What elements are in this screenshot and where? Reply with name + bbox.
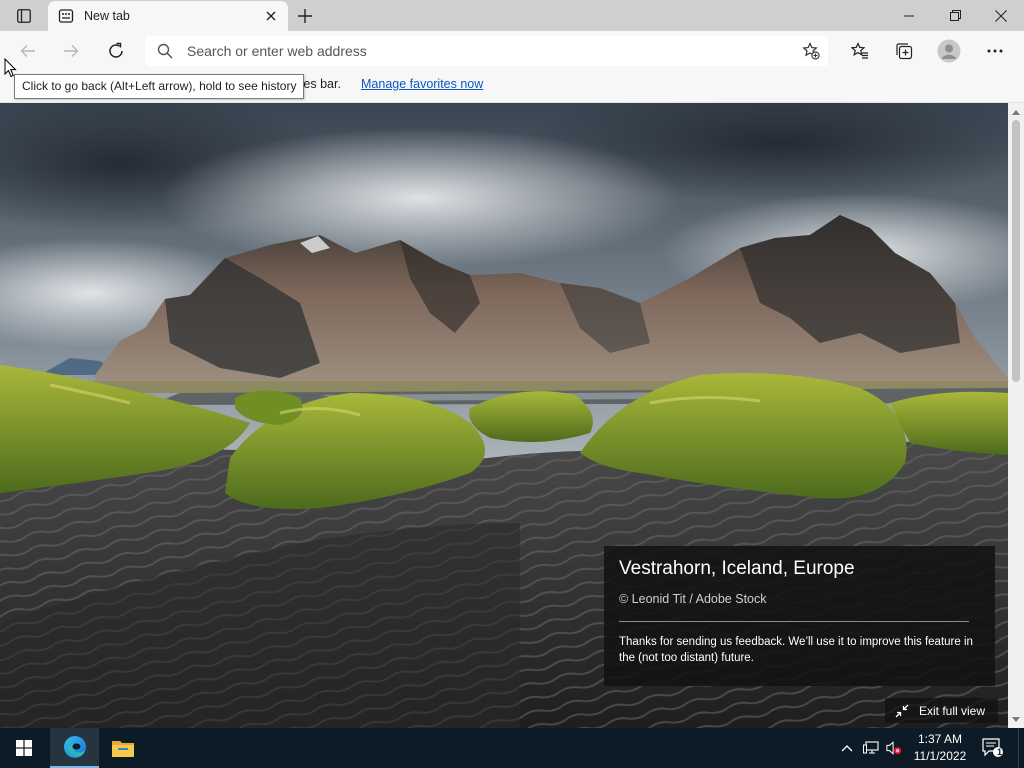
collections-icon (896, 43, 913, 60)
search-icon (157, 43, 173, 59)
restore-icon (949, 10, 961, 21)
edge-icon (63, 736, 86, 758)
refresh-button[interactable] (101, 36, 131, 66)
navigation-toolbar (0, 31, 1024, 71)
profile-icon (937, 39, 961, 63)
scroll-down-arrow[interactable] (1008, 712, 1024, 726)
clock-time: 1:37 AM (917, 732, 963, 746)
folder-icon (112, 741, 134, 757)
address-bar[interactable] (145, 36, 828, 66)
page-scrollbar[interactable] (1008, 103, 1024, 728)
settings-and-more-button[interactable] (980, 36, 1010, 66)
manage-favorites-link[interactable]: Manage favorites now (361, 77, 483, 91)
forward-button[interactable] (56, 36, 86, 66)
add-to-favorites-button[interactable] (798, 38, 824, 64)
tab-strip: New tab (0, 0, 1024, 31)
forward-arrow-icon (64, 45, 79, 57)
tab-actions-icon (17, 9, 31, 23)
active-tab[interactable]: New tab (48, 1, 288, 31)
scroll-up-arrow[interactable] (1008, 105, 1024, 119)
image-info-card: Vestrahorn, Iceland, Europe © Leonid Tit… (604, 546, 995, 686)
back-button-tooltip: Click to go back (Alt+Left arrow), hold … (14, 74, 305, 99)
restore-button[interactable] (932, 0, 978, 31)
notification-count: 1 (997, 747, 1003, 757)
new-tab-button[interactable] (292, 4, 318, 28)
exit-full-view-label: Exit full view (919, 703, 986, 718)
chevron-up-icon (841, 745, 853, 752)
show-desktop-button[interactable] (1018, 728, 1024, 768)
caret-up-icon (1012, 109, 1020, 115)
close-icon (266, 11, 276, 21)
minimize-icon (904, 15, 914, 16)
show-hidden-icons-button[interactable] (839, 740, 855, 756)
close-icon (995, 9, 1007, 22)
start-button[interactable] (0, 728, 48, 768)
refresh-icon (109, 42, 123, 58)
close-window-button[interactable] (978, 0, 1024, 31)
image-location-title[interactable]: Vestrahorn, Iceland, Europe (619, 558, 855, 580)
new-tab-favicon (58, 9, 74, 23)
minimize-button[interactable] (886, 0, 932, 31)
back-arrow-icon (20, 45, 35, 57)
favorites-icon (851, 42, 868, 59)
mouse-cursor-icon (4, 58, 17, 78)
system-clock[interactable]: 1:37 AM 11/1/2022 (905, 731, 975, 765)
action-center-button[interactable]: 1 (978, 734, 1008, 762)
profile-button[interactable] (934, 36, 964, 66)
network-icon (863, 741, 879, 754)
address-input[interactable] (187, 36, 787, 66)
windows-start-icon (16, 740, 32, 756)
volume-button[interactable] (886, 740, 902, 756)
favorites-button[interactable] (845, 36, 875, 66)
tab-title: New tab (84, 9, 130, 23)
taskbar-edge-button[interactable] (50, 728, 99, 768)
network-button[interactable] (863, 740, 879, 756)
feedback-message: Thanks for sending us feedback. We’ll us… (619, 636, 973, 664)
more-dots-icon (987, 49, 1003, 53)
volume-muted-icon (886, 741, 902, 755)
new-tab-page: Vestrahorn, Iceland, Europe © Leonid Tit… (0, 103, 1008, 728)
tab-actions-menu-button[interactable] (8, 5, 40, 27)
caret-down-icon (1012, 716, 1020, 722)
card-divider (619, 621, 969, 622)
star-plus-icon (802, 42, 820, 60)
exit-full-view-button[interactable]: Exit full view (885, 698, 998, 723)
taskbar-file-explorer-button[interactable] (99, 728, 147, 768)
collections-button[interactable] (889, 36, 919, 66)
close-tab-button[interactable] (262, 7, 280, 25)
back-button[interactable] (13, 36, 43, 66)
plus-icon (298, 9, 312, 23)
taskbar: 1:37 AM 11/1/2022 1 (0, 728, 1024, 768)
clock-date: 11/1/2022 (913, 749, 967, 763)
collapse-arrows-icon (895, 704, 909, 717)
scrollbar-thumb[interactable] (1012, 120, 1020, 382)
image-credit: © Leonid Tit / Adobe Stock (619, 592, 767, 606)
